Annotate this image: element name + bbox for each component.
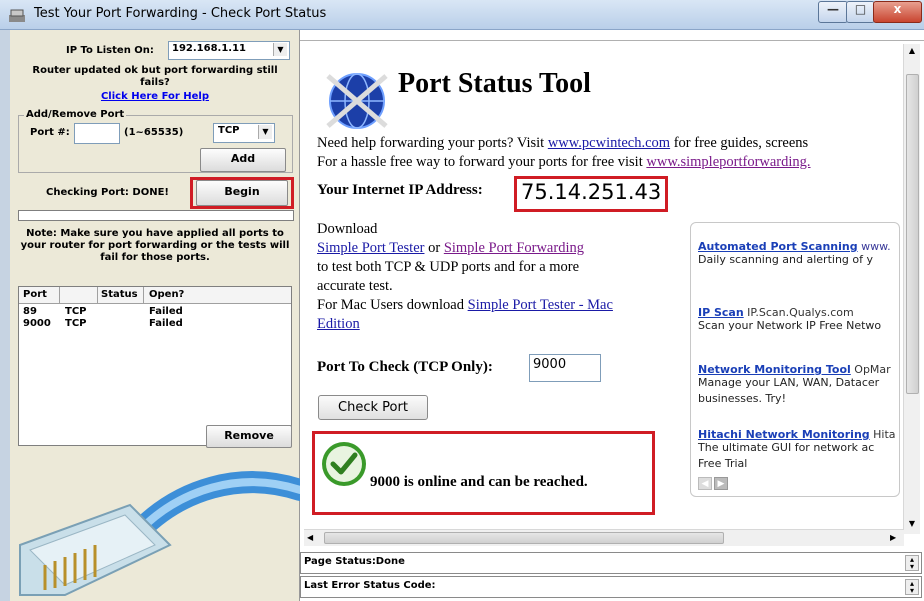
ad-prev-icon[interactable]: ◀ [698, 477, 712, 490]
horizontal-scroll-thumb[interactable] [324, 532, 724, 544]
ip-listen-label: IP To Listen On: [66, 45, 154, 56]
ad-desc: Scan your Network IP Free Netwo [698, 319, 882, 332]
port-range: (1~65535) [124, 127, 184, 138]
ad-item[interactable]: Automated Port Scanning www. [698, 235, 891, 254]
scroll-up-icon[interactable]: ▲ [906, 46, 918, 56]
download-section: Download Simple Port Tester or Simple Po… [317, 221, 613, 332]
col-port[interactable]: Port [23, 289, 47, 300]
help-line-2: For a hassle free way to forward your po… [317, 154, 811, 170]
port-list[interactable]: Port Status Open? 89 TCP Failed 9000 TCP… [18, 286, 292, 446]
protocol-select[interactable]: TCP ▼ [213, 123, 275, 143]
router-msg-2: fails? [140, 77, 170, 88]
vertical-scrollbar[interactable]: ▲ ▼ [903, 44, 920, 534]
ip-select[interactable]: 192.168.1.11 ▼ [168, 41, 290, 60]
ad-item[interactable]: Hitachi Network Monitoring Hita [698, 423, 896, 442]
spinner-icon[interactable]: ▴ ▾ [905, 579, 919, 595]
scroll-right-icon[interactable]: ▶ [890, 533, 896, 542]
window-border [0, 30, 10, 601]
ad-panel: Automated Port Scanning www. Daily scann… [690, 222, 900, 497]
checking-status: Checking Port: DONE! [46, 187, 169, 198]
remove-button[interactable]: Remove [206, 425, 292, 448]
ip-address-value: 75.14.251.43 [521, 180, 662, 204]
minimize-button[interactable]: — [818, 1, 848, 23]
ad-item[interactable]: IP Scan IP.Scan.Qualys.com [698, 301, 854, 320]
result-message: 9000 is online and can be reached. [370, 474, 588, 490]
simpleportforwarding-link[interactable]: www.simpleportforwarding. [646, 154, 810, 170]
scroll-down-icon[interactable]: ▼ [906, 519, 918, 529]
router-msg: Router updated ok but port forwarding st… [32, 65, 278, 76]
ip-address-label: Your Internet IP Address: [317, 182, 483, 198]
list-header: Port Status Open? [19, 287, 291, 304]
error-status-bar: Last Error Status Code: ▴ ▾ [300, 576, 922, 598]
port-check-label: Port To Check (TCP Only): [317, 359, 493, 375]
add-remove-title: Add/Remove Port [24, 109, 127, 120]
window-title: Test Your Port Forwarding - Check Port S… [34, 6, 327, 21]
ad-next-icon[interactable]: ▶ [714, 477, 728, 490]
col-divider [143, 287, 144, 303]
browser-pane: Port Status Tool Need help forwarding yo… [300, 30, 924, 601]
mac-edition-link[interactable]: Edition [317, 316, 360, 332]
progress-bar [18, 210, 294, 221]
help-link[interactable]: Click Here For Help [10, 91, 300, 102]
ad-desc: The ultimate GUI for network ac [698, 441, 875, 454]
port-check-input[interactable]: 9000 [529, 354, 601, 382]
table-row[interactable]: 89 TCP Failed [19, 306, 291, 318]
title-bar: Test Your Port Forwarding - Check Port S… [0, 0, 924, 30]
vertical-scroll-thumb[interactable] [906, 74, 919, 394]
pcwintech-link[interactable]: www.pcwintech.com [548, 135, 670, 151]
ad-desc: Daily scanning and alerting of y [698, 253, 874, 266]
scroll-left-icon[interactable]: ◀ [307, 533, 313, 542]
col-open[interactable]: Open? [149, 289, 184, 300]
note-line-3: fail for those ports. [100, 252, 210, 263]
chevron-down-icon: ▼ [258, 125, 272, 139]
left-panel: IP To Listen On: 192.168.1.11 ▼ Router u… [10, 30, 300, 601]
col-status[interactable]: Status [101, 289, 138, 300]
note-line-1: Note: Make sure you have applied all por… [26, 228, 284, 239]
help-line-1: Need help forwarding your ports? Visit w… [317, 135, 809, 151]
chevron-down-icon: ▼ [273, 43, 287, 56]
note-line-2: your router for port forwarding or the t… [20, 240, 290, 251]
check-port-button[interactable]: Check Port [318, 395, 428, 420]
page-status-bar: Page Status:Done ▴ ▾ [300, 552, 922, 574]
col-divider [59, 287, 60, 303]
table-row[interactable]: 9000 TCP Failed [19, 318, 291, 330]
port-input[interactable] [74, 123, 120, 144]
ad-item[interactable]: Network Monitoring Tool OpMar [698, 358, 891, 377]
ad-desc: Manage your LAN, WAN, Datacer [698, 376, 880, 389]
app-icon [9, 9, 25, 22]
simple-port-forwarding-link[interactable]: Simple Port Forwarding [444, 240, 584, 256]
page-heading: Port Status Tool [398, 68, 591, 99]
spinner-icon[interactable]: ▴ ▾ [905, 555, 919, 571]
ad-desc: businesses. Try! [698, 392, 786, 405]
pane-border [300, 40, 924, 41]
close-button[interactable]: x [873, 1, 922, 23]
globe-icon [326, 73, 388, 129]
ad-desc: Free Trial [698, 457, 748, 470]
horizontal-scrollbar[interactable]: ◀ ▶ [304, 529, 904, 546]
port-label: Port #: [30, 127, 70, 138]
ethernet-cable-image [19, 471, 300, 596]
checkmark-icon [322, 442, 366, 486]
col-divider [97, 287, 98, 303]
simple-port-tester-link[interactable]: Simple Port Tester [317, 240, 424, 256]
highlight-box [190, 177, 294, 209]
add-button[interactable]: Add [200, 148, 286, 172]
maximize-button[interactable]: □ [846, 1, 875, 23]
mac-tester-link[interactable]: Simple Port Tester - Mac [468, 297, 613, 313]
